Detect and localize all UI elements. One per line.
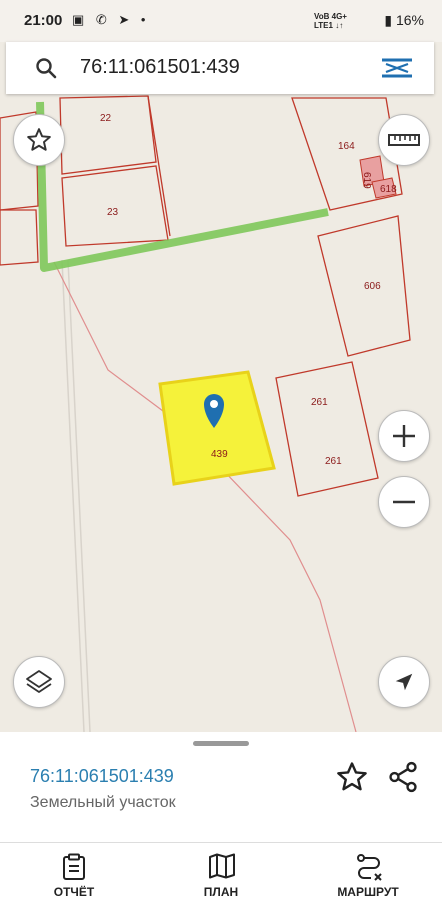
- search-bar[interactable]: 76:11:061501:439: [6, 42, 434, 94]
- network-indicator: VoB 4G+ LTE1 ↓↑: [314, 12, 347, 30]
- plot[interactable]: [0, 209, 39, 266]
- battery-percent: 16%: [395, 12, 424, 28]
- status-time: 21:00: [24, 12, 63, 29]
- selected-plot-439[interactable]: [158, 370, 276, 486]
- plot-label-606: 606: [364, 281, 381, 292]
- clipboard-icon: [63, 853, 85, 880]
- nav-route-label: МАРШРУТ: [337, 885, 399, 899]
- plot-22[interactable]: [59, 95, 157, 175]
- plot-label-164: 164: [338, 141, 355, 152]
- route-icon: [357, 854, 382, 881]
- plot-label-261-top: 261: [311, 397, 328, 408]
- my-location-button[interactable]: [378, 656, 430, 708]
- zoom-in-button[interactable]: [378, 410, 430, 462]
- ruler-icon: [388, 134, 420, 146]
- network-top: VoB 4G+: [314, 12, 347, 21]
- navigation-arrow-icon: [395, 673, 413, 691]
- boundary-line: [53, 261, 357, 732]
- layers-icon: [26, 670, 52, 693]
- filter-icon[interactable]: [380, 56, 414, 80]
- nav-plan-label: ПЛАН: [203, 885, 239, 899]
- cadastral-map[interactable]: 22 23 164 619 618 606 261 261 439: [0, 42, 442, 732]
- plot-label-23: 23: [107, 207, 119, 218]
- green-road: [36, 101, 329, 272]
- nav-report-label: ОТЧЁТ: [53, 885, 95, 899]
- plot-23[interactable]: [61, 165, 169, 247]
- road-edge: [67, 259, 91, 732]
- object-type: Земельный участок: [30, 794, 176, 811]
- plot-label-618: 618: [380, 184, 397, 195]
- search-icon[interactable]: [34, 56, 58, 80]
- cadastral-number[interactable]: 76:11:061501:439: [30, 766, 174, 787]
- status-bar: 21:00 ▣ ✆ ➤ • VoB 4G+ LTE1 ↓↑ ▮ 16%: [0, 0, 442, 42]
- plot-label-22: 22: [100, 113, 112, 124]
- share-icon[interactable]: [386, 760, 420, 794]
- star-icon[interactable]: [335, 760, 369, 794]
- plot-label-619: 619: [361, 172, 372, 189]
- ruler-button[interactable]: [378, 114, 430, 166]
- plot-label-439: 439: [211, 449, 228, 460]
- road-edge: [61, 259, 85, 732]
- plot-label-261-bottom: 261: [325, 456, 342, 467]
- map-view[interactable]: 22 23 164 619 618 606 261 261 439: [0, 42, 442, 732]
- info-sheet[interactable]: 76:11:061501:439 Земельный участок: [0, 732, 442, 842]
- map-icon: [209, 853, 235, 879]
- minus-icon: [393, 500, 415, 504]
- favorite-map-button[interactable]: [13, 114, 65, 166]
- zoom-out-button[interactable]: [378, 476, 430, 528]
- layers-button[interactable]: [13, 656, 65, 708]
- bottom-navigation: ОТЧЁТ ПЛАН МАРШРУТ: [0, 842, 442, 911]
- search-input[interactable]: 76:11:061501:439: [80, 56, 240, 79]
- star-icon: [27, 128, 51, 151]
- plus-icon: [393, 425, 415, 447]
- battery-status: ▮ 16%: [384, 12, 424, 28]
- drag-handle[interactable]: [193, 741, 249, 746]
- notification-icons: ▣ ✆ ➤ •: [72, 12, 150, 27]
- nav-report[interactable]: ОТЧЁТ: [14, 843, 134, 911]
- plot-261[interactable]: [275, 361, 379, 497]
- nav-plan[interactable]: ПЛАН: [161, 843, 281, 911]
- network-bottom: LTE1 ↓↑: [314, 21, 344, 30]
- nav-route[interactable]: МАРШРУТ: [308, 843, 428, 911]
